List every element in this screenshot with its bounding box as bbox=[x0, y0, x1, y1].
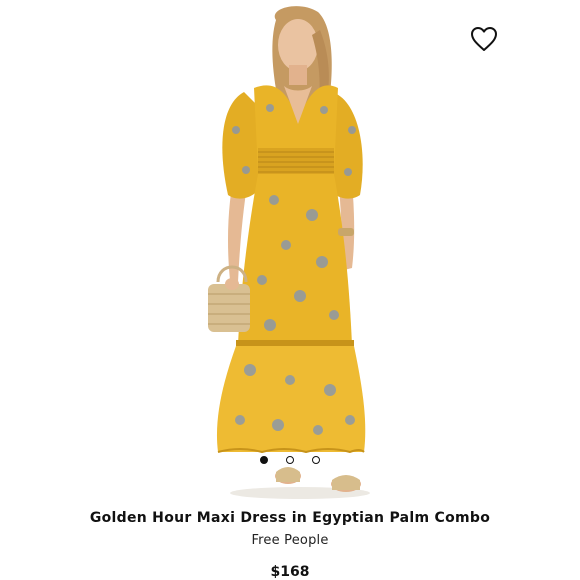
heart-outline-icon[interactable] bbox=[470, 26, 498, 52]
carousel-indicators bbox=[0, 456, 580, 468]
product-card[interactable]: Golden Hour Maxi Dress in Egyptian Palm … bbox=[0, 0, 580, 580]
product-brand[interactable]: Free People bbox=[0, 533, 580, 548]
product-image[interactable] bbox=[0, 0, 580, 500]
product-price: $168 bbox=[270, 564, 310, 580]
carousel-dot-2[interactable] bbox=[286, 456, 294, 464]
carousel-dot-1[interactable] bbox=[260, 456, 268, 464]
product-title[interactable]: Golden Hour Maxi Dress in Egyptian Palm … bbox=[0, 510, 580, 526]
carousel-dot-3[interactable] bbox=[312, 456, 320, 464]
